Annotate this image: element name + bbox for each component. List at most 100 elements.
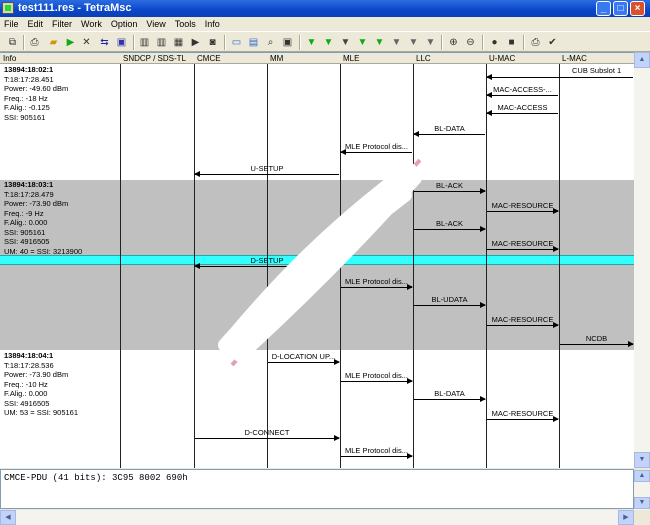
scroll-down-button[interactable]: ▼ — [634, 497, 650, 509]
message-arrow[interactable]: D-SETUP — [194, 256, 339, 270]
col-header-llc[interactable]: LLC — [413, 53, 486, 64]
message-arrow[interactable]: NCDB — [560, 334, 634, 348]
frame-um: UM: 40 = SSI: 3213900 — [4, 246, 83, 256]
page-icon[interactable]: ▣ — [281, 36, 294, 49]
close-button[interactable]: × — [630, 1, 645, 16]
message-arrow[interactable]: BL-UDATA — [414, 295, 486, 309]
maximize-button[interactable]: □ — [613, 1, 628, 16]
menu-view[interactable]: View — [142, 17, 170, 30]
menu-edit[interactable]: Edit — [24, 17, 49, 30]
app-icon[interactable] — [2, 2, 14, 14]
scroll-left-button[interactable]: ◀ — [0, 510, 16, 525]
col-header-umac[interactable]: U-MAC — [486, 53, 559, 64]
frame-info-2[interactable]: 13894:18:03:1 T:18:17:28.479 Power: -73.… — [4, 180, 82, 256]
col-header-mm[interactable]: MM — [267, 53, 340, 64]
menu-info[interactable]: Info — [201, 17, 225, 30]
message-arrow[interactable]: MLE Protocol dis... — [341, 277, 413, 291]
filter-icon[interactable]: ▼ — [424, 36, 437, 49]
message-arrow[interactable]: MAC-ACCESS — [486, 103, 558, 117]
menu-file[interactable]: File — [0, 17, 24, 30]
message-arrow[interactable]: BL-ACK — [414, 219, 486, 233]
message-arrow[interactable]: MAC-RESOURCE — [487, 201, 559, 215]
message-arrow[interactable]: MLE Protocol dis... — [340, 142, 412, 156]
lock-icon[interactable]: ⊕ — [447, 36, 460, 49]
menu-work[interactable]: Work — [77, 17, 107, 30]
stop-icon[interactable]: ✕ — [80, 36, 93, 49]
frame-ssi: SSI: 4916505 — [4, 237, 50, 246]
menu-option[interactable]: Option — [107, 17, 143, 30]
col-header-mle[interactable]: MLE — [340, 53, 413, 64]
message-arrow[interactable]: D-CONNECT — [195, 428, 340, 442]
frame-info-3[interactable]: 13894:18:04:1 T:18:17:28.536 Power: -73.… — [4, 351, 78, 418]
col-header-lmac[interactable]: L-MAC — [559, 53, 634, 64]
play-icon[interactable]: ▶ — [189, 36, 202, 49]
open-icon[interactable]: ▰ — [47, 36, 60, 49]
filter-icon[interactable]: ▼ — [356, 36, 369, 49]
message-arrow[interactable]: MAC-RESOURCE — [487, 409, 559, 423]
record-icon[interactable]: ◙ — [206, 36, 219, 49]
search-icon[interactable]: ⌕ — [264, 36, 277, 49]
frame-time: T:18:17:28.479 — [4, 189, 54, 199]
minimize-button[interactable]: _ — [596, 1, 611, 16]
printer-icon[interactable]: ⎙ — [529, 36, 542, 49]
filter-icon[interactable]: ▼ — [305, 36, 318, 49]
filter-icon[interactable]: ▼ — [407, 36, 420, 49]
message-arrow[interactable]: BL-DATA — [414, 389, 486, 403]
toolbar-separator — [299, 35, 301, 50]
frame-freq: Freq.: -10 Hz — [4, 379, 48, 389]
frame-falig: F.Alig.: 0.000 — [4, 218, 48, 227]
frame-falig: F.Alig.: 0.000 — [4, 389, 48, 398]
message-arrow[interactable]: U-SETUP — [194, 164, 339, 178]
col-header-sndcp[interactable]: SNDCP / SDS-TL — [120, 53, 194, 64]
menu-bar: File Edit Filter Work Option View Tools Info — [0, 17, 650, 31]
filter-icon[interactable]: ▼ — [373, 36, 386, 49]
message-arrow[interactable]: MAC-ACCESS-... — [486, 85, 558, 99]
filter-icon[interactable]: ▼ — [390, 36, 403, 49]
scroll-up-button[interactable]: ▲ — [634, 470, 650, 482]
message-arrow[interactable]: D-LOCATION UP... — [268, 352, 340, 366]
col-header-info[interactable]: Info — [0, 53, 120, 64]
export-icon[interactable]: ⇆ — [98, 36, 111, 49]
message-arrow[interactable]: MAC-RESOURCE — [487, 315, 559, 329]
pdu-detail-pane[interactable]: CMCE-PDU (41 bits): 3C95 8002 690h — [0, 469, 634, 509]
vertical-scrollbar[interactable]: ▲ ▼ — [634, 52, 650, 468]
save-icon[interactable]: ▣ — [115, 36, 128, 49]
filter-icon[interactable]: ▼ — [322, 36, 335, 49]
lifeline-mle — [340, 64, 341, 468]
message-arrow[interactable]: BL-ACK — [414, 181, 486, 195]
msc-chart[interactable]: Info SNDCP / SDS-TL CMCE MM MLE LLC U-MA… — [0, 52, 634, 468]
frame-freq: Freq.: -18 Hz — [4, 93, 48, 103]
message-arrow[interactable]: MLE Protocol dis... — [341, 446, 413, 460]
frame-info-1[interactable]: 13894:18:02:1 T:18:17:28.451 Power: -49.… — [4, 65, 68, 122]
scroll-right-button[interactable]: ▶ — [618, 510, 634, 525]
lifeline-sndcp — [120, 64, 121, 468]
message-arrow[interactable]: BL-DATA — [413, 124, 485, 138]
record-icon[interactable]: ● — [488, 36, 501, 49]
detail-scrollbar[interactable]: ▲ ▼ — [634, 470, 650, 510]
menu-tools[interactable]: Tools — [171, 17, 201, 30]
toolbar-separator — [482, 35, 484, 50]
toolbar-separator — [224, 35, 226, 50]
run-icon[interactable]: ▶ — [64, 36, 77, 49]
frame-power: Power: -73.90 dBm — [4, 370, 69, 379]
horizontal-scrollbar[interactable]: ◀ ▶ — [0, 510, 634, 525]
check-icon[interactable]: ✔ — [546, 36, 559, 49]
column-icon[interactable]: ▥ — [138, 36, 151, 49]
window-icon[interactable]: ▤ — [247, 36, 260, 49]
view-icon[interactable]: ▭ — [230, 36, 243, 49]
frame-falig: F.Alig.: -0.125 — [4, 103, 50, 112]
square-icon[interactable]: ■ — [505, 36, 518, 49]
scroll-down-button[interactable]: ▼ — [634, 452, 650, 468]
grid-icon[interactable]: ▦ — [172, 36, 185, 49]
scroll-up-button[interactable]: ▲ — [634, 52, 650, 68]
menu-filter[interactable]: Filter — [48, 17, 77, 30]
col-header-cmce[interactable]: CMCE — [194, 53, 267, 64]
message-arrow[interactable]: MAC-RESOURCE — [487, 239, 559, 253]
message-arrow[interactable]: MLE Protocol dis... — [341, 371, 413, 385]
column-icon[interactable]: ▥ — [155, 36, 168, 49]
print-icon[interactable]: ⎙ — [28, 36, 41, 49]
filter-icon[interactable]: ▼ — [339, 36, 352, 49]
copy-icon[interactable]: ⧉ — [6, 36, 19, 49]
message-arrow[interactable] — [486, 67, 633, 81]
unlock-icon[interactable]: ⊖ — [464, 36, 477, 49]
